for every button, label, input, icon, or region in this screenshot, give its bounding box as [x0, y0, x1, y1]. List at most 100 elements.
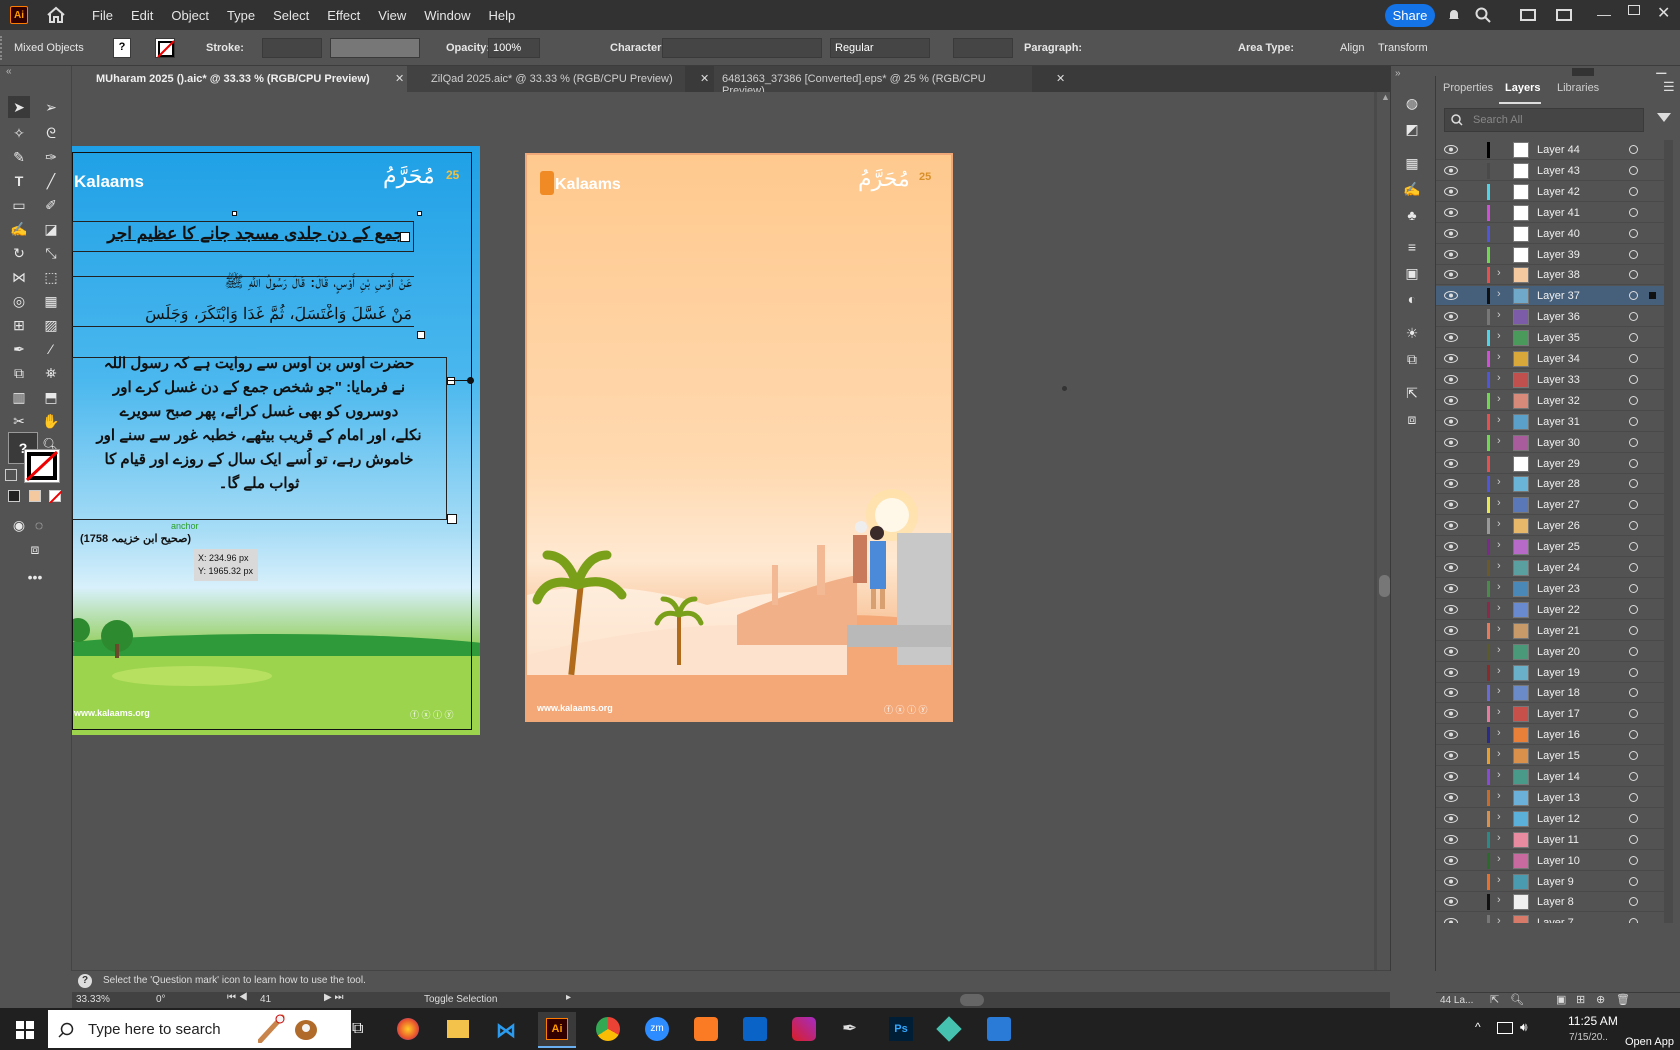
- layer-name[interactable]: Layer 30: [1537, 437, 1580, 449]
- layer-row[interactable]: › Layer 31: [1436, 412, 1664, 432]
- layer-name[interactable]: Layer 20: [1537, 646, 1580, 658]
- layer-name[interactable]: Layer 44: [1537, 144, 1580, 156]
- layer-name[interactable]: Layer 12: [1537, 813, 1580, 825]
- volume-icon[interactable]: 🔊︎: [1520, 1020, 1528, 1035]
- expand-chevron-icon[interactable]: ›: [1497, 790, 1501, 802]
- hand-tool-icon[interactable]: ✋: [40, 410, 62, 432]
- layer-row[interactable]: › Layer 21: [1436, 621, 1664, 641]
- visibility-eye-icon[interactable]: [1444, 165, 1458, 175]
- expand-chevron-icon[interactable]: ›: [1497, 372, 1501, 384]
- brushes-icon[interactable]: ✍: [1401, 178, 1423, 200]
- vscode-icon[interactable]: ⋈: [496, 1018, 518, 1042]
- expand-chevron-icon[interactable]: ›: [1497, 665, 1501, 677]
- layer-name[interactable]: Layer 25: [1537, 541, 1580, 553]
- magic-wand-icon[interactable]: ✧: [8, 122, 30, 144]
- layer-row[interactable]: › Layer 28: [1436, 474, 1664, 495]
- visibility-eye-icon[interactable]: [1444, 374, 1458, 384]
- font-style-select[interactable]: Regular: [830, 38, 930, 58]
- eraser-icon[interactable]: ◪: [40, 218, 62, 240]
- layers-search-box[interactable]: Search All: [1444, 108, 1644, 132]
- visibility-eye-icon[interactable]: [1444, 646, 1458, 656]
- chrome-icon[interactable]: [596, 1017, 620, 1041]
- layer-row[interactable]: › Layer 37: [1436, 286, 1664, 307]
- tab-muharam[interactable]: MUharam 2025 ().aic* @ 33.33 % (RGB/CPU …: [72, 66, 407, 92]
- arrange-icon[interactable]: [1556, 9, 1572, 21]
- visibility-eye-icon[interactable]: [1444, 270, 1458, 280]
- target-circle-icon[interactable]: [1629, 855, 1638, 865]
- vertical-scrollbar[interactable]: [1374, 92, 1377, 970]
- gradient-tool-icon[interactable]: ▨: [40, 314, 62, 336]
- selection-tool-icon[interactable]: ➤: [8, 96, 30, 118]
- collect-export-icon[interactable]: ⇱: [1490, 993, 1499, 1006]
- visibility-eye-icon[interactable]: [1444, 730, 1458, 740]
- layers-scrollbar[interactable]: [1664, 140, 1673, 923]
- horizontal-scroll-thumb[interactable]: [960, 994, 984, 1006]
- direct-selection-tool-icon[interactable]: ➢: [40, 96, 62, 118]
- layer-name[interactable]: Layer 13: [1537, 792, 1580, 804]
- xampp-icon[interactable]: [694, 1017, 718, 1041]
- expand-chevron-icon[interactable]: ›: [1497, 560, 1501, 572]
- line-tool-icon[interactable]: ╱: [40, 170, 62, 192]
- visibility-eye-icon[interactable]: [1444, 918, 1458, 923]
- target-circle-icon[interactable]: [1629, 792, 1638, 802]
- expand-chevron-icon[interactable]: ›: [1497, 644, 1501, 656]
- shape-builder-icon[interactable]: ◎: [8, 290, 30, 312]
- layer-row[interactable]: › Layer 13: [1436, 788, 1664, 808]
- new-layer-icon[interactable]: ⊕: [1596, 993, 1605, 1006]
- target-circle-icon[interactable]: [1629, 145, 1638, 154]
- rotation-select[interactable]: 0°: [156, 994, 216, 1008]
- menu-edit[interactable]: Edit: [131, 8, 153, 23]
- swatches-icon[interactable]: ▦: [1401, 152, 1423, 174]
- layer-row[interactable]: › Layer 7: [1436, 913, 1664, 923]
- graph-tool-icon[interactable]: ▥: [8, 386, 30, 408]
- target-circle-icon[interactable]: [1629, 291, 1638, 301]
- free-transform-icon[interactable]: ⬚: [40, 266, 62, 288]
- layer-row[interactable]: › Layer 8: [1436, 892, 1664, 913]
- locate-object-icon[interactable]: 🔍︎: [1510, 993, 1524, 1006]
- layer-name[interactable]: Layer 34: [1537, 353, 1580, 365]
- file-explorer-icon[interactable]: [447, 1020, 469, 1038]
- in-port[interactable]: [417, 331, 425, 339]
- expand-chevron-icon[interactable]: ›: [1497, 288, 1501, 300]
- target-circle-icon[interactable]: [1629, 583, 1638, 593]
- screen-mode-icon[interactable]: ⧈: [24, 538, 46, 560]
- tab-properties[interactable]: Properties: [1443, 82, 1493, 94]
- target-circle-icon[interactable]: [1629, 625, 1638, 635]
- appearance-icon[interactable]: ☀: [1401, 322, 1423, 344]
- target-circle-icon[interactable]: [1629, 772, 1638, 781]
- stroke-swatch[interactable]: [155, 38, 175, 58]
- visibility-eye-icon[interactable]: [1444, 500, 1458, 510]
- gradient-mode-icon[interactable]: [29, 490, 41, 502]
- expand-chevron-icon[interactable]: ›: [1497, 435, 1501, 447]
- target-circle-icon[interactable]: [1629, 709, 1638, 719]
- visibility-eye-icon[interactable]: [1444, 312, 1458, 322]
- layer-name[interactable]: Layer 10: [1537, 855, 1580, 867]
- illustrator-taskbar-button[interactable]: Ai: [538, 1012, 576, 1048]
- layer-name[interactable]: Layer 18: [1537, 687, 1580, 699]
- visibility-eye-icon[interactable]: [1444, 207, 1458, 217]
- target-circle-icon[interactable]: [1629, 312, 1638, 322]
- type-tool-icon[interactable]: T: [8, 170, 30, 192]
- symbols-icon[interactable]: ♣: [1401, 204, 1423, 226]
- menu-effect[interactable]: Effect: [327, 8, 360, 23]
- menu-select[interactable]: Select: [273, 8, 309, 23]
- layer-name[interactable]: Layer 35: [1537, 332, 1580, 344]
- visibility-eye-icon[interactable]: [1444, 416, 1458, 426]
- mesh-tool-icon[interactable]: ⊞: [8, 314, 30, 336]
- layer-name[interactable]: Layer 42: [1537, 186, 1580, 198]
- visibility-eye-icon[interactable]: [1444, 834, 1458, 844]
- font-size-input[interactable]: [953, 38, 1013, 58]
- expand-chevron-icon[interactable]: ›: [1497, 832, 1501, 844]
- layer-name[interactable]: Layer 8: [1537, 896, 1574, 908]
- close-icon[interactable]: ✕: [1657, 3, 1670, 23]
- layer-name[interactable]: Layer 15: [1537, 750, 1580, 762]
- color-icon[interactable]: ◩: [1401, 118, 1423, 140]
- layer-row[interactable]: › Layer 27: [1436, 495, 1664, 516]
- restore-icon[interactable]: [1628, 5, 1640, 15]
- firefox-icon[interactable]: [397, 1018, 419, 1040]
- visibility-eye-icon[interactable]: [1444, 228, 1458, 238]
- creative-cloud-icon[interactable]: [792, 1017, 816, 1041]
- expand-chevron-icon[interactable]: ›: [1497, 497, 1501, 509]
- expand-chevron-icon[interactable]: ›: [1497, 874, 1501, 886]
- layer-name[interactable]: Layer 11: [1537, 834, 1579, 846]
